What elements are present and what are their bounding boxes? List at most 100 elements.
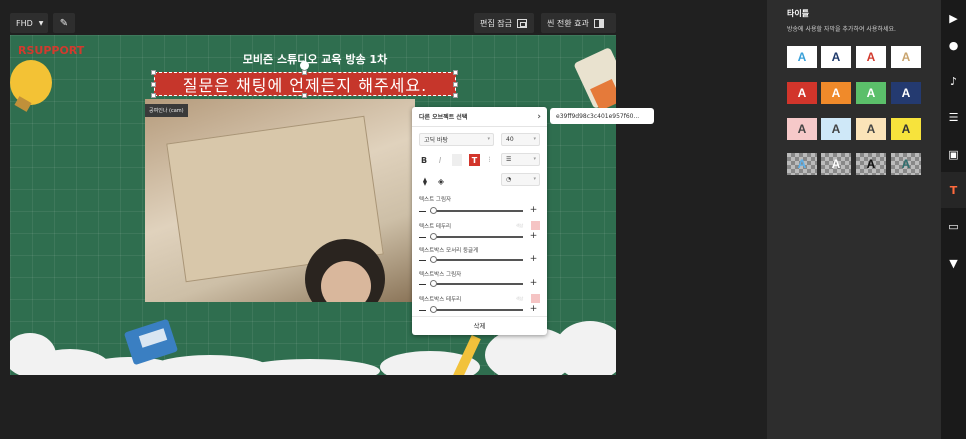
resolution-dropdown[interactable]: FHD ▼ bbox=[10, 13, 48, 33]
text-border-slider[interactable] bbox=[430, 236, 523, 238]
textbox-shadow-slider-handle[interactable] bbox=[430, 280, 437, 287]
title-template-tile[interactable]: A bbox=[856, 118, 886, 140]
caption-bar-icon[interactable]: ▭ bbox=[941, 208, 966, 244]
text-icon[interactable]: T bbox=[941, 172, 966, 208]
animation-icon: ◔ bbox=[506, 176, 512, 183]
bookmark-icon[interactable]: ▼ bbox=[941, 245, 966, 281]
title-template-tile[interactable]: A bbox=[821, 153, 851, 175]
textbox-border-color-hint: 색상 bbox=[516, 296, 524, 301]
title-template-tile[interactable]: A bbox=[891, 82, 921, 104]
bold-label: B bbox=[420, 155, 428, 165]
location-pin-icon[interactable]: ● bbox=[941, 27, 966, 63]
text-shadow-slider[interactable] bbox=[430, 210, 523, 212]
title-template-tile[interactable]: A bbox=[891, 153, 921, 175]
title-template-tile[interactable]: A bbox=[821, 46, 851, 68]
minus-icon[interactable] bbox=[419, 284, 426, 285]
camera-source-label: 공여인나 (cam) bbox=[145, 104, 188, 117]
music-glyph: ♪ bbox=[949, 74, 958, 88]
resize-handle-bottom-left[interactable] bbox=[151, 93, 156, 98]
layer-down-icon: ◈ bbox=[437, 176, 445, 186]
scene-transition-icon bbox=[593, 18, 604, 28]
resize-handle-top-left[interactable] bbox=[151, 70, 156, 75]
title-template-tile[interactable]: A bbox=[787, 153, 817, 175]
textbox-border-slider-handle[interactable] bbox=[430, 306, 437, 313]
font-value: 고딕 바탕 bbox=[424, 137, 448, 144]
layer-down-button[interactable]: ◈ bbox=[435, 175, 447, 187]
text-border-slider-handle[interactable] bbox=[430, 233, 437, 240]
title-template-tile[interactable]: A bbox=[856, 46, 886, 68]
title-template-tile[interactable]: A bbox=[787, 118, 817, 140]
scene-effect-label: 씬 전환 효과 bbox=[547, 18, 589, 28]
chevron-down-icon: ▾ bbox=[487, 136, 490, 142]
delete-button[interactable]: 삭제 bbox=[412, 320, 547, 330]
title-template-tile[interactable]: A bbox=[891, 118, 921, 140]
studio-window: FHD ▼ ✎ 편집 잠금 씬 전환 효과 RSUPPORT 모비즌 스튜디오 … bbox=[0, 0, 966, 439]
rotate-handle[interactable] bbox=[300, 61, 309, 70]
resize-handle-top-right[interactable] bbox=[453, 70, 458, 75]
text-shadow-slider-handle[interactable] bbox=[430, 207, 437, 214]
lightbulb-decoration bbox=[10, 60, 52, 105]
panel-title: 타이틀 bbox=[787, 9, 810, 18]
title-template-tile[interactable]: A bbox=[787, 46, 817, 68]
resize-handle-right[interactable] bbox=[453, 82, 458, 87]
resize-handle-bottom-right[interactable] bbox=[453, 93, 458, 98]
resize-handle-bottom[interactable] bbox=[302, 93, 307, 98]
title-template-tile[interactable]: A bbox=[821, 118, 851, 140]
plus-icon[interactable]: + bbox=[529, 279, 538, 288]
pen-tool-button[interactable]: ✎ bbox=[53, 13, 75, 33]
line-spacing-icon: ☰ bbox=[506, 156, 512, 163]
list-icon[interactable]: ☰ bbox=[941, 99, 966, 135]
plus-icon[interactable]: + bbox=[529, 206, 538, 215]
title-template-tile[interactable]: A bbox=[787, 82, 817, 104]
image-glyph: ▣ bbox=[948, 147, 959, 161]
edit-lock-button[interactable]: 편집 잠금 bbox=[474, 13, 534, 33]
edit-lock-label: 편집 잠금 bbox=[480, 18, 512, 28]
text-border-color-swatch[interactable] bbox=[531, 221, 540, 230]
textbox-radius-slider[interactable] bbox=[430, 259, 523, 261]
panel-description: 방송에 사용할 자막을 추가하여 사용하세요. bbox=[787, 26, 896, 33]
title-template-tile[interactable]: A bbox=[891, 46, 921, 68]
resize-handle-top[interactable] bbox=[302, 70, 307, 75]
align-center-icon: ⫶ bbox=[488, 155, 491, 164]
camera-feed[interactable] bbox=[145, 99, 415, 302]
textbox-border-slider[interactable] bbox=[430, 309, 523, 311]
scene-effect-button[interactable]: 씬 전환 효과 bbox=[541, 13, 616, 33]
title-template-tile[interactable]: A bbox=[856, 153, 886, 175]
select-other-object-button[interactable]: 다른 오브젝트 선택 › bbox=[412, 107, 547, 127]
textbox-radius-slider-handle[interactable] bbox=[430, 256, 437, 263]
plus-icon[interactable]: + bbox=[529, 255, 538, 264]
broadcast-title[interactable]: 모비즌 스튜디오 교육 방송 1차 bbox=[210, 51, 420, 67]
text-glyph: T bbox=[949, 183, 958, 197]
chevron-down-icon: ▾ bbox=[533, 136, 536, 142]
font-select[interactable]: 고딕 바탕 ▾ bbox=[419, 133, 494, 146]
tool-icon-bar: ▶ ● ♪ ☰ ▣ T ▭ ▼ bbox=[941, 0, 966, 439]
resize-handle-left[interactable] bbox=[151, 82, 156, 87]
pin-glyph: ● bbox=[948, 38, 959, 52]
minus-icon[interactable] bbox=[419, 237, 426, 238]
text-color-button[interactable]: T bbox=[469, 154, 480, 166]
layer-up-icon: ⧫ bbox=[423, 176, 427, 186]
textbox-shadow-slider[interactable] bbox=[430, 283, 523, 285]
line-spacing-select[interactable]: ☰ ▾ bbox=[501, 153, 540, 166]
minus-icon[interactable] bbox=[419, 310, 426, 311]
image-icon[interactable]: ▣ bbox=[941, 136, 966, 172]
list-glyph: ☰ bbox=[948, 110, 959, 124]
bold-button[interactable]: B bbox=[419, 154, 429, 166]
align-button[interactable]: ⫶ bbox=[484, 154, 495, 166]
title-template-panel: 타이틀 방송에 사용할 자막을 추가하여 사용하세요. AAAAAAAAAAAA… bbox=[767, 0, 941, 439]
bookmark-glyph: ▼ bbox=[949, 256, 958, 270]
title-template-tile[interactable]: A bbox=[821, 82, 851, 104]
music-note-icon[interactable]: ♪ bbox=[941, 63, 966, 99]
italic-button[interactable]: I bbox=[435, 154, 445, 166]
textbox-border-color-swatch[interactable] bbox=[531, 294, 540, 303]
font-size-select[interactable]: 40 ▾ bbox=[501, 133, 540, 146]
minus-icon[interactable] bbox=[419, 211, 426, 212]
plus-icon[interactable]: + bbox=[529, 232, 538, 241]
layer-up-button[interactable]: ⧫ bbox=[419, 175, 431, 187]
text-background-button[interactable] bbox=[452, 154, 462, 166]
text-border-label: 텍스트 테두리 bbox=[419, 224, 452, 230]
animation-select[interactable]: ◔ ▾ bbox=[501, 173, 540, 186]
minus-icon[interactable] bbox=[419, 260, 426, 261]
plus-icon[interactable]: + bbox=[529, 305, 538, 314]
title-template-tile[interactable]: A bbox=[856, 82, 886, 104]
